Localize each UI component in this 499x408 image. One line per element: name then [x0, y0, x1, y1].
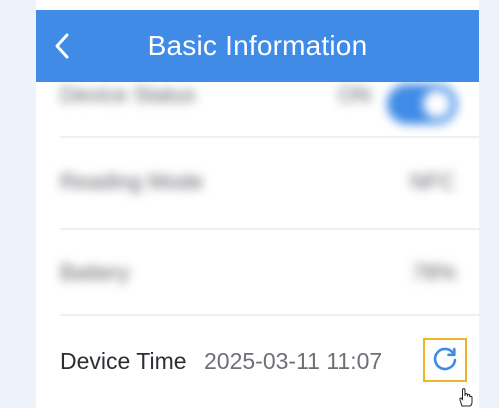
device-status-value: ON	[338, 82, 371, 107]
device-status-toggle[interactable]	[387, 84, 457, 124]
battery-value: 78%	[412, 260, 457, 285]
device-status-label: Device Status	[60, 82, 196, 107]
battery-label: Battery	[60, 260, 130, 285]
info-card: Device Status ON Reading Mode NFC Batter…	[36, 82, 479, 408]
reading-mode-value: NFC	[410, 169, 456, 194]
hand-cursor-icon	[459, 388, 473, 407]
device-time-label: Device Time	[60, 348, 187, 374]
device-time-value: 2025-03-11 11:07	[204, 348, 383, 374]
reading-mode-row: Reading Mode NFC	[36, 137, 479, 229]
right-gutter	[479, 0, 499, 408]
reading-mode-label: Reading Mode	[60, 169, 204, 194]
left-gutter	[0, 0, 36, 408]
refresh-icon	[433, 347, 457, 371]
back-button[interactable]	[48, 24, 76, 68]
device-time-row: Device Time 2025-03-11 11:07	[36, 314, 479, 408]
device-status-row: Device Status ON	[36, 82, 479, 130]
battery-row: Battery 78%	[36, 228, 479, 314]
app-header: Basic Information	[36, 10, 479, 82]
chevron-left-icon	[55, 33, 69, 59]
refresh-time-button[interactable]	[423, 338, 467, 382]
page-title: Basic Information	[147, 30, 368, 61]
